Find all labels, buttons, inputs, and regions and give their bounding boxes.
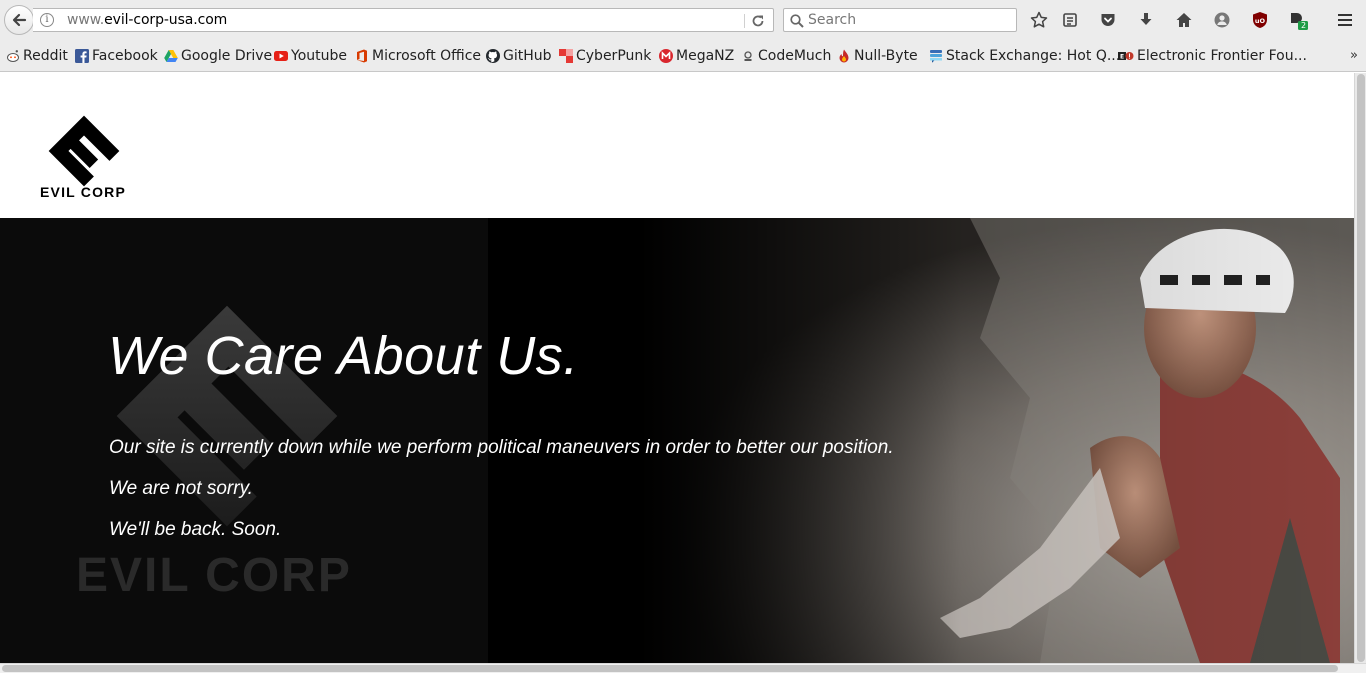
codemuch-icon — [744, 51, 752, 61]
reload-icon[interactable] — [749, 12, 767, 30]
downloads-icon[interactable] — [1136, 10, 1156, 30]
bookmark-meganz[interactable]: MegaNZ — [659, 47, 734, 65]
stack-exchange-icon — [930, 50, 942, 63]
navigation-toolbar: i www.evil-corp-usa.com Search uO 2 — [0, 0, 1366, 40]
url-bar[interactable]: i www.evil-corp-usa.com — [33, 8, 774, 32]
search-icon — [790, 14, 804, 28]
eff-icon: E — [1118, 52, 1134, 61]
bookmark-eff[interactable]: E Electronic Frontier Fou... — [1118, 47, 1307, 65]
bookmark-null-byte[interactable]: Null-Byte — [837, 47, 918, 65]
vertical-scrollbar-thumb[interactable] — [1357, 74, 1365, 662]
account-icon[interactable] — [1212, 10, 1232, 30]
logo-text: EVIL CORP — [40, 184, 127, 200]
hero-message-line: We are not sorry. — [109, 478, 253, 499]
extension-badge-count: 2 — [1301, 21, 1307, 30]
bookmark-reddit[interactable]: Reddit — [6, 47, 68, 65]
bookmark-star-icon[interactable] — [1029, 10, 1049, 30]
search-bar[interactable]: Search — [783, 8, 1017, 32]
site-info-icon[interactable]: i — [40, 13, 54, 27]
horizontal-scrollbar[interactable] — [0, 663, 1366, 673]
bookmark-youtube[interactable]: Youtube — [274, 47, 347, 65]
ublock-icon[interactable]: uO — [1250, 10, 1270, 30]
hamburger-menu-icon[interactable] — [1335, 10, 1355, 30]
home-icon[interactable] — [1174, 10, 1194, 30]
bookmark-microsoft-office[interactable]: Microsoft Office — [355, 47, 481, 65]
reddit-icon — [7, 50, 19, 62]
google-drive-icon — [164, 50, 178, 62]
hero-title: We Care About Us. — [108, 326, 579, 386]
null-byte-icon — [839, 49, 849, 63]
svg-text:E: E — [1120, 54, 1124, 61]
bookmark-codemuch[interactable]: CodeMuch — [741, 47, 831, 65]
extension-badge-icon[interactable]: 2 — [1288, 10, 1308, 30]
pocket-icon[interactable] — [1098, 10, 1118, 30]
back-arrow-icon — [12, 13, 27, 27]
back-button[interactable] — [4, 5, 34, 35]
github-icon — [486, 49, 500, 63]
web-page: EVIL CORP EVIL CORP We Care About Us. Ou… — [0, 73, 1354, 663]
mega-icon — [659, 49, 673, 63]
hero-message-line: Our site is currently down while we perf… — [109, 437, 894, 458]
bookmark-stack-exchange[interactable]: Stack Exchange: Hot Q... — [929, 47, 1120, 65]
bookmarks-toolbar: Reddit Facebook Google Drive Youtube Mic… — [0, 40, 1366, 72]
vertical-scrollbar[interactable] — [1354, 73, 1366, 663]
bookmark-github[interactable]: GitHub — [486, 47, 552, 65]
youtube-icon — [274, 51, 288, 61]
facebook-icon — [75, 49, 89, 63]
hero-message-line: We'll be back. Soon. — [109, 519, 282, 540]
cyberpunk-icon — [559, 49, 573, 63]
watermark-text: EVIL CORP — [76, 549, 352, 602]
svg-text:uO: uO — [1255, 17, 1266, 25]
bookmark-google-drive[interactable]: Google Drive — [164, 47, 272, 65]
url-divider — [744, 14, 745, 28]
bookmarks-overflow-button[interactable]: » — [1350, 48, 1358, 63]
url-text[interactable]: www.evil-corp-usa.com — [67, 12, 227, 28]
horizontal-scrollbar-thumb[interactable] — [2, 665, 1338, 672]
bookmark-facebook[interactable]: Facebook — [75, 47, 158, 65]
bookmarks-menu-icon[interactable] — [1060, 10, 1080, 30]
search-placeholder: Search — [808, 12, 857, 28]
bookmark-cyberpunk[interactable]: CyberPunk — [559, 47, 651, 65]
hero-banner: EVIL CORP We Care About Us. Our site is … — [0, 218, 1354, 663]
office-icon — [357, 49, 367, 63]
